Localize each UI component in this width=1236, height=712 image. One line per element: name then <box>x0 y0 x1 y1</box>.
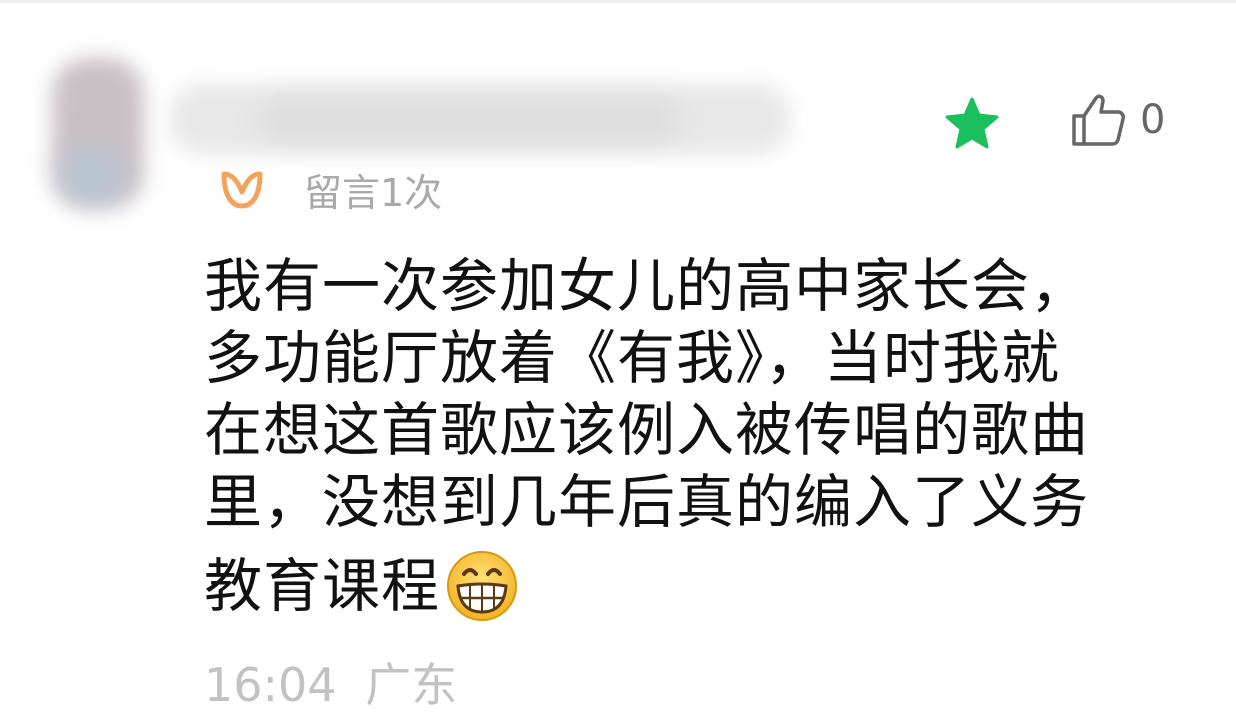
badge-icon <box>221 171 263 209</box>
comment-text: 我有一次参加女儿的高中家长会， 多功能厅放着《有我》，当时我就 在想这首歌应该例… <box>204 250 1184 624</box>
comment-line: 多功能厅放着《有我》，当时我就 <box>204 324 1061 392</box>
top-divider <box>0 0 1236 3</box>
grinning-emoji <box>447 551 518 621</box>
comment-line: 里，没想到几年后真的编入了义务 <box>204 468 1090 536</box>
comment-meta: 16:04 广东 <box>204 660 457 710</box>
comment-location: 广东 <box>365 658 458 712</box>
comment-line: 我有一次参加女儿的高中家长会， <box>204 252 1090 320</box>
thumbs-up-icon[interactable] <box>1068 90 1128 150</box>
comment-line: 教育课程 <box>204 552 441 620</box>
user-name-detail <box>260 100 680 140</box>
comment-line: 在想这首歌应该例入被传唱的歌曲 <box>204 396 1090 464</box>
message-count: 留言1次 <box>304 171 443 215</box>
avatar-detail <box>62 150 122 200</box>
star-icon[interactable] <box>944 96 1000 150</box>
like-count: 0 <box>1140 97 1166 143</box>
comment-line-last: 教育课程 <box>204 548 1184 624</box>
comment-time: 16:04 <box>204 658 337 712</box>
